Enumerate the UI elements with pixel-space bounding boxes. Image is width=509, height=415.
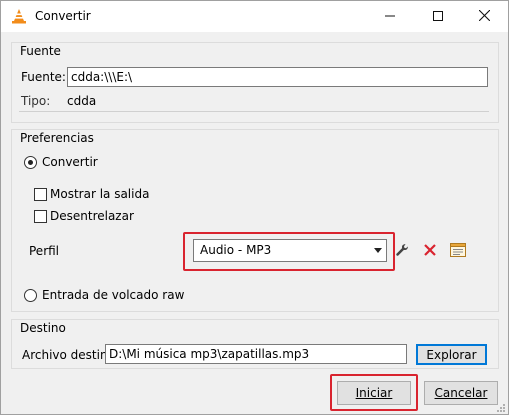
deinterlace-checkbox[interactable] (34, 210, 47, 223)
convert-radio[interactable] (24, 156, 37, 169)
type-value: cdda (67, 94, 97, 108)
profile-label: Perfil (29, 244, 60, 258)
preferences-group: Preferencias Convertir Mostrar la salida… (11, 129, 499, 312)
destination-group: Destino Archivo destino: D:\Mi música mp… (11, 319, 499, 369)
browse-button[interactable]: Explorar (416, 344, 487, 365)
convert-label[interactable]: Convertir (42, 155, 98, 169)
resize-grip-icon[interactable] (496, 402, 506, 412)
title-bar: Convertir (1, 1, 508, 32)
start-highlight-box (330, 374, 418, 411)
destination-file-input[interactable]: D:\Mi música mp3\zapatillas.mp3 (105, 344, 407, 364)
deinterlace-label[interactable]: Desentrelazar (50, 209, 134, 223)
show-output-checkbox[interactable] (34, 188, 47, 201)
source-input[interactable]: cdda:\\\E:\ (67, 67, 488, 87)
delete-x-icon (424, 243, 436, 259)
source-group-title: Fuente (20, 44, 61, 58)
profile-highlight-box (183, 232, 395, 271)
source-label: Fuente: (21, 70, 66, 84)
destination-group-title: Destino (20, 321, 66, 335)
vlc-cone-icon (11, 8, 27, 24)
maximize-icon (433, 10, 443, 24)
edit-profile-button[interactable] (391, 240, 413, 262)
minimize-icon (385, 10, 395, 24)
preferences-group-title: Preferencias (20, 131, 94, 145)
wrench-icon (395, 243, 409, 260)
cancel-button[interactable]: Cancelar (424, 381, 498, 405)
window-title: Convertir (35, 9, 91, 23)
new-profile-button[interactable] (447, 240, 469, 262)
delete-profile-button[interactable] (419, 240, 441, 262)
close-icon (478, 9, 490, 24)
maximize-button[interactable] (415, 1, 461, 32)
convert-dialog: Convertir Fuente Fuente: cdda:\\\E:\ Tip… (0, 0, 509, 415)
minimize-button[interactable] (367, 1, 413, 32)
show-output-label[interactable]: Mostrar la salida (50, 187, 149, 201)
new-profile-icon (450, 242, 466, 260)
raw-dump-label[interactable]: Entrada de volcado raw (42, 288, 184, 302)
cancel-button-label: Cancelar (434, 386, 488, 400)
source-divider (19, 111, 489, 112)
source-group: Fuente Fuente: cdda:\\\E:\ Tipo: cdda (11, 42, 499, 123)
type-label: Tipo: (21, 94, 51, 108)
close-button[interactable] (461, 1, 507, 32)
raw-dump-radio[interactable] (24, 289, 37, 302)
